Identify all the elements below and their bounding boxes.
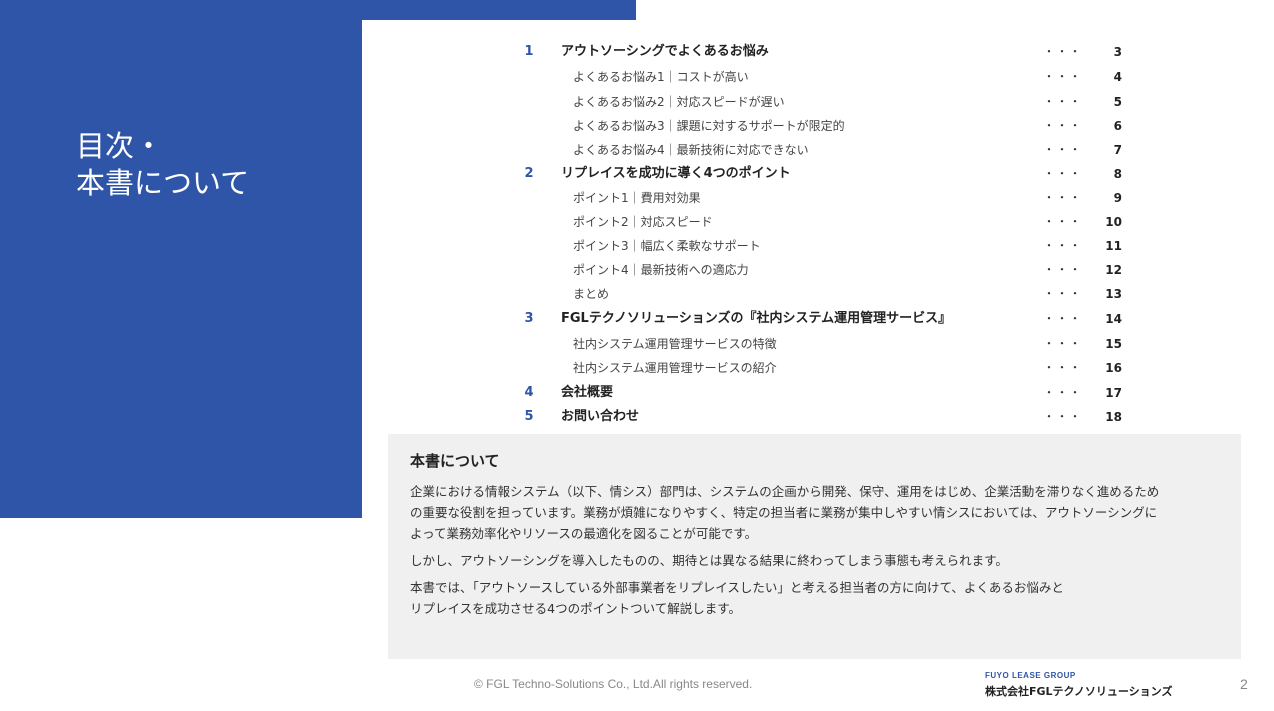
toc-leader-dots: ・・・ [1043,287,1083,300]
about-paragraph-3-line-1: 本書では、「アウトソースしている外部事業者をリプレイスしたい」と考える担当者の方… [410,580,1064,595]
toc-row: ポイント1｜費用対効果 ・・・ 9 [0,186,1274,210]
toc-row: よくあるお悩み3｜課題に対するサポートが限定的 ・・・ 6 [0,114,1274,138]
toc-page-number: 8 [1113,167,1122,181]
copyright: © FGL Techno-Solutions Co., Ltd.All righ… [474,677,753,691]
about-paragraph-3: 本書では、「アウトソースしている外部事業者をリプレイスしたい」と考える担当者の方… [410,577,1225,619]
toc-label: 社内システム運用管理サービスの特徴 [573,337,777,351]
about-paragraph-1: 企業における情報システム（以下、情シス）部門は、システムの企画から開発、保守、運… [410,481,1225,544]
toc-label: 会社概要 [561,385,614,400]
toc-row: ポイント3｜幅広く柔軟なサポート ・・・ 11 [0,234,1274,258]
toc-leader-dots: ・・・ [1043,70,1083,83]
toc-label: 社内システム運用管理サービスの紹介 [573,361,777,375]
toc-page-number: 15 [1105,337,1122,351]
about-paragraph-1-line-2: の重要な役割を担っています。業務が煩雑になりやすく、特定の担当者に業務が集中しや… [410,505,1158,520]
toc-leader-dots: ・・・ [1043,410,1083,423]
toc-row: 1 アウトソーシングでよくあるお悩み ・・・ 3 [0,40,1274,64]
table-of-contents: 1 アウトソーシングでよくあるお悩み ・・・ 3 よくあるお悩み1｜コストが高い ・・・ 4… [0,0,1274,430]
about-body: 企業における情報システム（以下、情シス）部門は、システムの企画から開発、保守、運… [410,481,1225,625]
about-paragraph-1-line-1: 企業における情報システム（以下、情シス）部門は、システムの企画から開発、保守、運… [410,484,1160,499]
toc-page-number: 13 [1105,287,1122,301]
toc-row: 社内システム運用管理サービスの特徴 ・・・ 15 [0,332,1274,356]
toc-page-number: 5 [1113,95,1122,109]
toc-label: よくあるお悩み2｜対応スピードが遅い [573,95,785,109]
toc-row: 3 FGLテクノソリューションズの『社内システム運用管理サービス』 ・・・ 14 [0,307,1274,331]
toc-page-number: 16 [1105,361,1122,375]
toc-row: よくあるお悩み2｜対応スピードが遅い ・・・ 5 [0,90,1274,114]
toc-page-number: 18 [1105,410,1122,424]
toc-section-number: 5 [524,409,534,424]
toc-page-number: 12 [1105,263,1122,277]
toc-leader-dots: ・・・ [1043,45,1083,58]
toc-section-number: 1 [524,44,534,59]
toc-page-number: 14 [1105,312,1122,326]
toc-section-number: 3 [524,311,534,326]
toc-label: アウトソーシングでよくあるお悩み [561,44,769,59]
toc-label: ポイント3｜幅広く柔軟なサポート [573,239,761,253]
toc-label: お問い合わせ [561,409,640,424]
about-paragraph-2: しかし、アウトソーシングを導入したものの、期待とは異なる結果に終わってしまう事態… [410,553,1008,568]
toc-leader-dots: ・・・ [1043,143,1083,156]
toc-page-number: 6 [1113,119,1122,133]
toc-label: よくあるお悩み1｜コストが高い [573,70,749,84]
toc-page-number: 3 [1113,45,1122,59]
toc-label: リプレイスを成功に導く4つのポイント [561,166,791,181]
toc-leader-dots: ・・・ [1043,95,1083,108]
toc-section-number: 2 [524,166,534,181]
toc-row: 2 リプレイスを成功に導く4つのポイント ・・・ 8 [0,162,1274,186]
toc-leader-dots: ・・・ [1043,386,1083,399]
toc-row: ポイント4｜最新技術への適応力 ・・・ 12 [0,258,1274,282]
about-title: 本書について [410,452,500,470]
toc-row: 社内システム運用管理サービスの紹介 ・・・ 16 [0,356,1274,380]
toc-label: ポイント2｜対応スピード [573,215,713,229]
toc-row: 5 お問い合わせ ・・・ 18 [0,405,1274,429]
toc-label: よくあるお悩み4｜最新技術に対応できない [573,143,809,157]
toc-section-number: 4 [524,385,534,400]
toc-leader-dots: ・・・ [1043,312,1083,325]
toc-page-number: 9 [1113,191,1122,205]
toc-leader-dots: ・・・ [1043,215,1083,228]
toc-leader-dots: ・・・ [1043,337,1083,350]
about-paragraph-3-line-2: リプレイスを成功させる4つのポイントついて解説します。 [410,601,741,616]
about-this-document: 本書について 企業における情報システム（以下、情シス）部門は、システムの企画から… [388,434,1241,659]
toc-row: まとめ ・・・ 13 [0,282,1274,306]
toc-row: よくあるお悩み4｜最新技術に対応できない ・・・ 7 [0,138,1274,162]
toc-page-number: 7 [1113,143,1122,157]
toc-label: FGLテクノソリューションズの『社内システム運用管理サービス』 [561,311,952,326]
toc-leader-dots: ・・・ [1043,191,1083,204]
toc-label: よくあるお悩み3｜課題に対するサポートが限定的 [573,119,845,133]
toc-leader-dots: ・・・ [1043,239,1083,252]
logo-company-name: 株式会社FGLテクノソリューションズ [985,685,1173,698]
toc-label: ポイント4｜最新技術への適応力 [573,263,749,277]
logo-group-name: FUYO LEASE GROUP [985,671,1076,680]
toc-page-number: 10 [1105,215,1122,229]
toc-label: まとめ [573,287,610,301]
toc-page-number: 11 [1105,239,1122,253]
toc-row: よくあるお悩み1｜コストが高い ・・・ 4 [0,65,1274,89]
toc-page-number: 17 [1105,386,1122,400]
about-paragraph-1-line-3: よって業務効率化やリソースの最適化を図ることが可能です。 [410,526,758,541]
toc-leader-dots: ・・・ [1043,167,1083,180]
toc-leader-dots: ・・・ [1043,263,1083,276]
toc-leader-dots: ・・・ [1043,361,1083,374]
toc-row: 4 会社概要 ・・・ 17 [0,381,1274,405]
toc-page-number: 4 [1113,70,1122,84]
toc-label: ポイント1｜費用対効果 [573,191,701,205]
toc-leader-dots: ・・・ [1043,119,1083,132]
toc-row: ポイント2｜対応スピード ・・・ 10 [0,210,1274,234]
page-number: 2 [1240,676,1248,692]
